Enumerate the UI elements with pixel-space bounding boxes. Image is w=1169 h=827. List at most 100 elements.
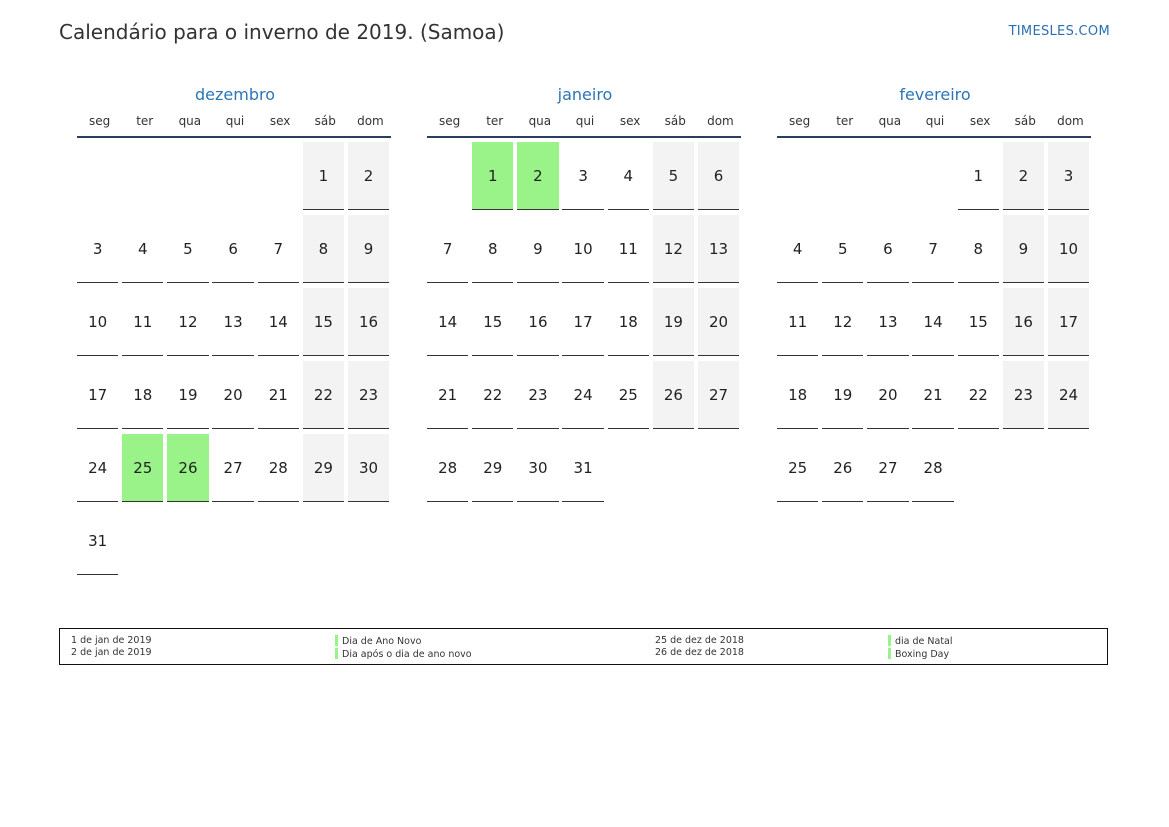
day-cell[interactable]: 15	[472, 288, 514, 356]
day-cell[interactable]: 5	[822, 215, 864, 283]
day-cell[interactable]: 16	[1002, 288, 1045, 356]
day-cell[interactable]: 14	[912, 288, 954, 356]
day-cell[interactable]: 23	[1002, 361, 1045, 429]
day-cell[interactable]: 23	[347, 361, 390, 429]
day-cell[interactable]: 2	[517, 142, 559, 210]
day-cell[interactable]: 6	[697, 142, 740, 210]
day-cell[interactable]: 23	[517, 361, 559, 429]
day-cell[interactable]: 12	[822, 288, 864, 356]
day-cell[interactable]: 5	[167, 215, 209, 283]
day-cell[interactable]: 17	[77, 361, 119, 429]
day-cell[interactable]: 9	[517, 215, 559, 283]
day-cell[interactable]: 19	[652, 288, 695, 356]
day-cell[interactable]: 24	[77, 434, 119, 502]
day-cell[interactable]: 3	[562, 142, 604, 210]
week-row: 24 25 26 27 28 29 30	[77, 434, 393, 507]
day-cell[interactable]: 4	[607, 142, 649, 210]
day-cell[interactable]: 21	[427, 361, 469, 429]
day-cell[interactable]: 17	[562, 288, 604, 356]
day-cell[interactable]: 18	[607, 288, 649, 356]
day-cell[interactable]: 28	[427, 434, 469, 502]
day-cell[interactable]: 13	[212, 288, 254, 356]
day-cell[interactable]: 17	[1047, 288, 1090, 356]
day-cell[interactable]: 27	[697, 361, 740, 429]
day-cell[interactable]: 13	[697, 215, 740, 283]
weekday-label: sex	[269, 114, 291, 128]
day-cell[interactable]: 22	[302, 361, 345, 429]
day-cell[interactable]: 19	[822, 361, 864, 429]
day-cell[interactable]: 5	[652, 142, 695, 210]
day-cell[interactable]: 4	[777, 215, 819, 283]
day-cell[interactable]: 7	[257, 215, 299, 283]
day-cell[interactable]: 8	[472, 215, 514, 283]
weekday-label: sáb	[1014, 114, 1036, 128]
day-cell[interactable]: 29	[302, 434, 345, 502]
day-cell[interactable]: 13	[867, 288, 909, 356]
day-cell[interactable]: 7	[912, 215, 954, 283]
day-cell[interactable]: 22	[957, 361, 999, 429]
day-cell[interactable]: 3	[77, 215, 119, 283]
day-cell[interactable]: 25	[777, 434, 819, 502]
day-cell[interactable]: 30	[347, 434, 390, 502]
day-cell[interactable]: 22	[472, 361, 514, 429]
day-cell[interactable]: 15	[302, 288, 345, 356]
day-cell[interactable]: 4	[122, 215, 164, 283]
day-cell[interactable]: 25	[607, 361, 649, 429]
day-cell[interactable]: 18	[777, 361, 819, 429]
legend-date: 25 de dez de 2018	[655, 635, 744, 646]
day-cell[interactable]: 27	[212, 434, 254, 502]
day-cell[interactable]: 20	[867, 361, 909, 429]
weekday-label: sáb	[664, 114, 686, 128]
day-cell[interactable]: 1	[472, 142, 514, 210]
day-cell[interactable]: 24	[562, 361, 604, 429]
day-cell[interactable]: 15	[957, 288, 999, 356]
day-cell[interactable]: 28	[912, 434, 954, 502]
day-cell[interactable]: 2	[347, 142, 390, 210]
day-cell[interactable]: 16	[517, 288, 559, 356]
brand-link[interactable]: TIMESLES.COM	[1009, 24, 1110, 39]
day-cell[interactable]: 21	[257, 361, 299, 429]
day-cell[interactable]: 7	[427, 215, 469, 283]
day-cell[interactable]: 25	[122, 434, 164, 502]
day-cell[interactable]: 3	[1047, 142, 1090, 210]
day-cell[interactable]: 10	[1047, 215, 1090, 283]
day-cell[interactable]: 26	[167, 434, 209, 502]
day-cell[interactable]: 11	[122, 288, 164, 356]
weekday-label: qui	[225, 114, 245, 128]
day-cell[interactable]: 6	[212, 215, 254, 283]
day-cell[interactable]: 10	[562, 215, 604, 283]
day-cell[interactable]: 28	[257, 434, 299, 502]
day-cell[interactable]: 21	[912, 361, 954, 429]
day-cell[interactable]: 10	[77, 288, 119, 356]
day-cell[interactable]: 2	[1002, 142, 1045, 210]
day-cell[interactable]: 27	[867, 434, 909, 502]
day-cell[interactable]: 19	[167, 361, 209, 429]
day-grid: 1 2 3 4 5 6 7 8 9 10 11 12 13 14 15 16 17 18 19 20 21 22 23 24 2…	[777, 142, 1093, 507]
day-cell[interactable]: 31	[77, 507, 119, 575]
day-cell[interactable]: 9	[347, 215, 390, 283]
day-cell[interactable]: 14	[257, 288, 299, 356]
day-cell[interactable]: 8	[302, 215, 345, 283]
day-cell[interactable]: 9	[1002, 215, 1045, 283]
day-cell[interactable]: 12	[167, 288, 209, 356]
day-cell[interactable]: 12	[652, 215, 695, 283]
day-cell[interactable]: 18	[122, 361, 164, 429]
day-cell[interactable]: 8	[957, 215, 999, 283]
day-cell[interactable]: 6	[867, 215, 909, 283]
day-cell[interactable]: 14	[427, 288, 469, 356]
day-cell[interactable]: 20	[697, 288, 740, 356]
header-rule	[427, 136, 741, 138]
day-cell[interactable]: 1	[957, 142, 999, 210]
week-row: 123456	[427, 142, 743, 215]
day-cell[interactable]: 11	[607, 215, 649, 283]
day-cell[interactable]: 16	[347, 288, 390, 356]
day-cell[interactable]: 26	[822, 434, 864, 502]
day-cell[interactable]: 11	[777, 288, 819, 356]
day-cell[interactable]: 20	[212, 361, 254, 429]
day-cell[interactable]: 24	[1047, 361, 1090, 429]
day-cell[interactable]: 1	[302, 142, 345, 210]
day-cell[interactable]: 29	[472, 434, 514, 502]
day-cell[interactable]: 31	[562, 434, 604, 502]
day-cell[interactable]: 30	[517, 434, 559, 502]
day-cell[interactable]: 26	[652, 361, 695, 429]
